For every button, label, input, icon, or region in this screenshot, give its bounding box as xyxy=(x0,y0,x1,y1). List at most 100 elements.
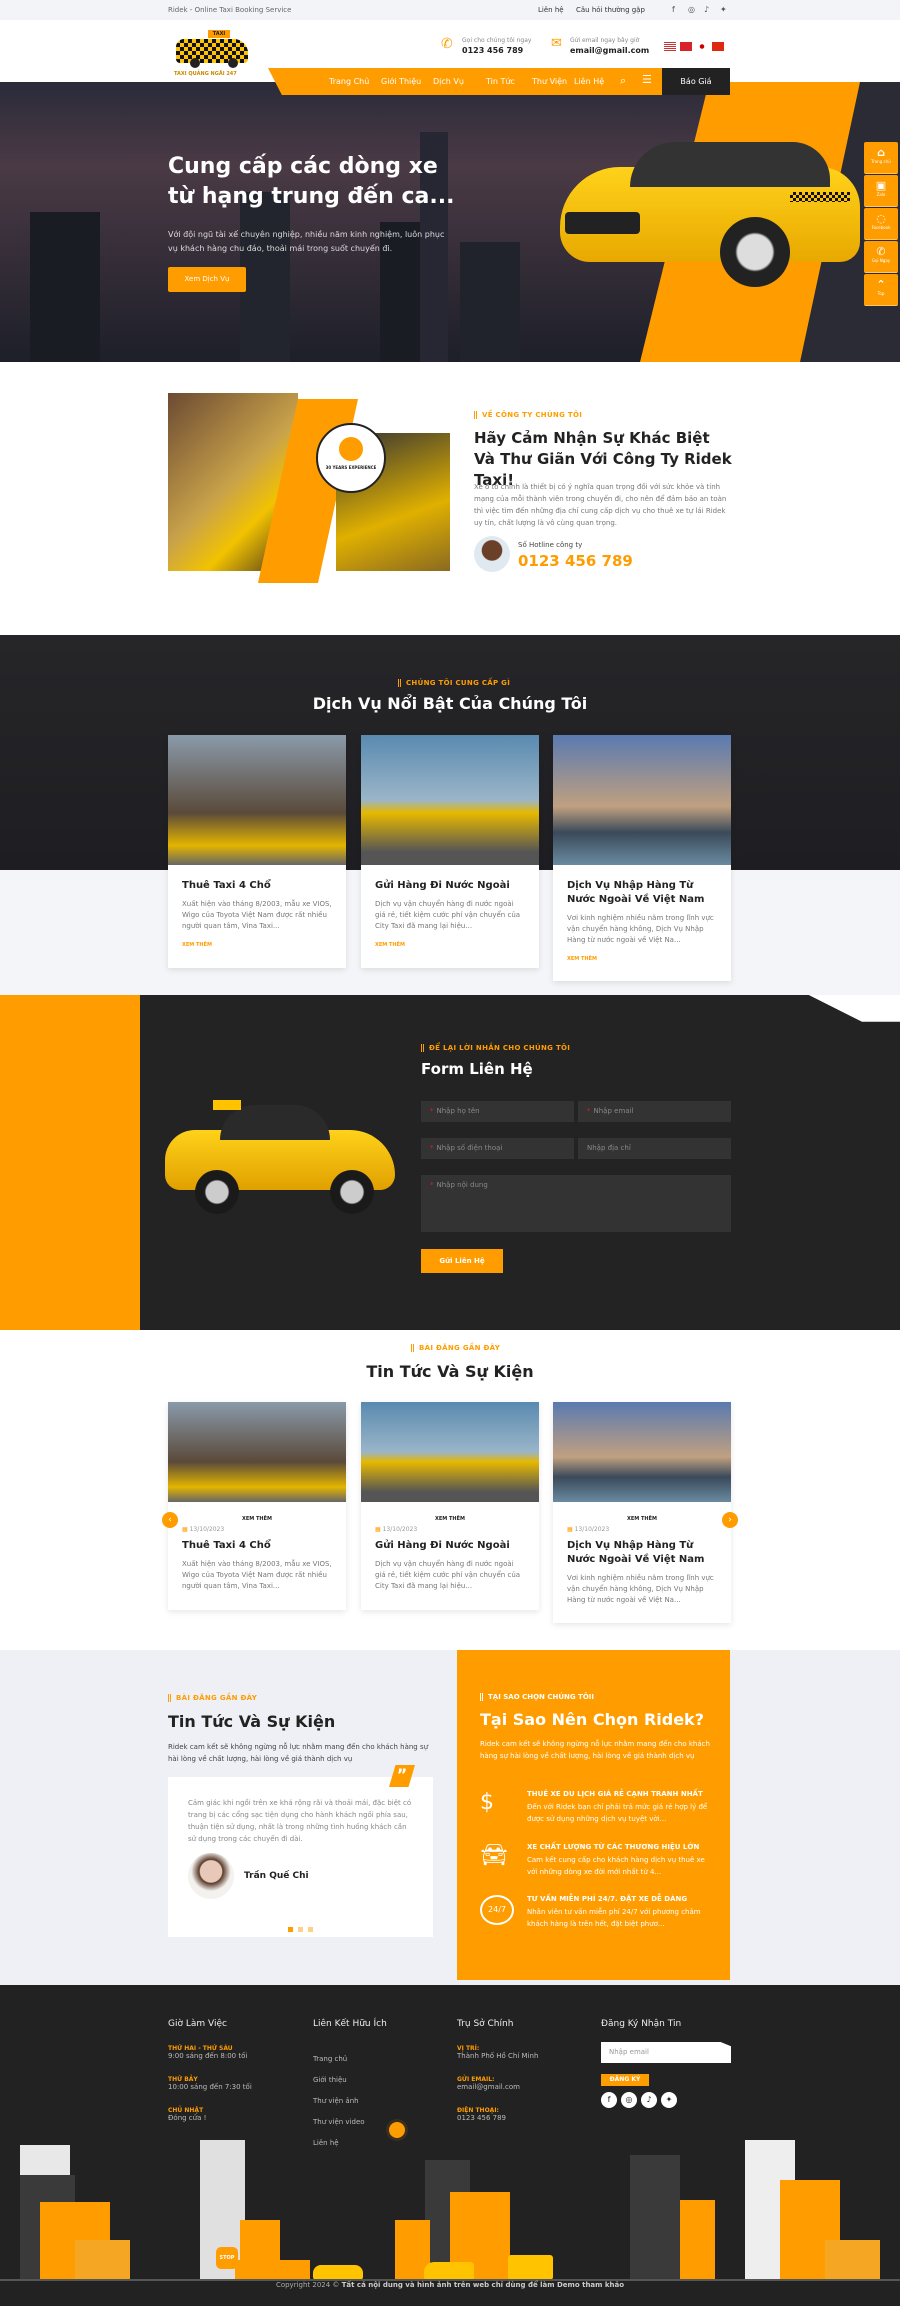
view-services-button[interactable]: Xem Dịch Vụ xyxy=(168,267,246,292)
name-input[interactable]: * Nhập họ tên xyxy=(421,1101,574,1122)
news-card[interactable]: XEM THÊM ▦ 13/10/2023 Dịch Vụ Nhập Hàng … xyxy=(553,1402,731,1623)
news-image xyxy=(361,1402,539,1502)
side-facebook-button[interactable]: ◌ Facebook xyxy=(864,208,898,240)
chevron-up-icon: ⌃ xyxy=(876,278,886,291)
footer-link-about[interactable]: Giới thiệu xyxy=(313,2070,365,2091)
search-icon[interactable]: ⌕ xyxy=(620,74,626,88)
news-title: Tin Tức Và Sự Kiện xyxy=(366,1362,534,1381)
email-icon: ✉ xyxy=(551,36,562,51)
contact-accent xyxy=(0,995,140,1330)
tagline: Ridek - Online Taxi Booking Service xyxy=(168,6,292,14)
about-description: Xe ô tô chính là thiết bị có ý nghĩa qua… xyxy=(474,483,727,527)
instagram-icon[interactable]: ◎ xyxy=(621,2092,637,2108)
flag-ja-icon[interactable] xyxy=(696,42,708,51)
truck-icon xyxy=(508,2255,553,2280)
nav-home[interactable]: Trang Chủ xyxy=(329,77,369,86)
messenger-icon: ◌ xyxy=(876,212,886,225)
phone-icon: ✆ xyxy=(876,245,886,258)
faq-link[interactable]: Câu hỏi thường gặp xyxy=(576,6,645,14)
support-24-7-icon: 24/7 xyxy=(480,1895,514,1925)
message-textarea[interactable]: * Nhập nội dung xyxy=(421,1175,731,1232)
service-card[interactable]: Dịch Vụ Nhập Hàng Từ Nước Ngoài Về Việt … xyxy=(553,735,731,981)
phone-icon: ✆ xyxy=(441,36,453,52)
car-icon: 🚘︎ xyxy=(480,1843,508,1868)
news-card[interactable]: XEM THÊM ▦ 13/10/2023 Gửi Hàng Đi Nước N… xyxy=(361,1402,539,1610)
facebook-icon[interactable]: f xyxy=(672,5,675,14)
services-tag: CHÚNG TÔI CUNG CẤP GÌ xyxy=(398,679,510,687)
footer-link-photos[interactable]: Thư viện ảnh xyxy=(313,2091,365,2112)
dot[interactable] xyxy=(298,1927,304,1932)
address-input[interactable]: Nhập địa chỉ xyxy=(578,1138,731,1159)
calendar-icon: ▦ xyxy=(182,1526,188,1533)
nav-contact[interactable]: Liên Hệ xyxy=(574,77,604,86)
why-section: TẠI SAO CHỌN CHÚNG TÔII Tại Sao Nên Chọn… xyxy=(457,1650,730,1980)
read-more-link[interactable]: XEM THÊM xyxy=(375,942,525,948)
service-card[interactable]: Thuê Taxi 4 Chổ Xuất hiện vào tháng 8/200… xyxy=(168,735,346,968)
flag-en-icon[interactable] xyxy=(664,42,676,51)
hero-taxi-image xyxy=(540,137,860,287)
nav-gallery[interactable]: Thư Viện xyxy=(532,77,567,86)
read-more-link[interactable]: XEM THÊM xyxy=(361,1516,539,1522)
carousel-prev-button[interactable]: ‹ xyxy=(162,1512,178,1528)
carousel-next-button[interactable]: › xyxy=(722,1512,738,1528)
nav-news[interactable]: Tin Tức xyxy=(486,77,515,86)
service-card[interactable]: Gửi Hàng Đi Nước Ngoài Dịch vụ vận chuyển… xyxy=(361,735,539,968)
footer-link-home[interactable]: Trang chủ xyxy=(313,2049,365,2070)
testimonial-card: Cảm giác khi ngồi trên xe khá rộng rãi v… xyxy=(168,1777,433,1937)
avatar xyxy=(474,536,510,572)
submit-button[interactable]: Gửi Liên Hệ xyxy=(421,1249,503,1273)
read-more-link[interactable]: XEM THÊM xyxy=(553,1516,731,1522)
experience-badge: 30 YEARS EXPERIENCE xyxy=(316,423,386,493)
read-more-link[interactable]: XEM THÊM xyxy=(182,942,332,948)
logo[interactable]: TAXI TAXI QUẢNG NGÃI 247 xyxy=(168,30,256,80)
flag-vi-icon[interactable] xyxy=(680,42,692,51)
flag-zh-icon[interactable] xyxy=(712,42,724,51)
contact-taxi-image xyxy=(165,1100,395,1220)
news-tag: BÀI ĐĂNG GẦN ĐÂY xyxy=(411,1344,500,1352)
header-phone[interactable]: 0123 456 789 xyxy=(462,46,523,55)
author-avatar xyxy=(188,1853,234,1899)
about-tag: VỀ CÔNG TY CHÚNG TÔI xyxy=(474,411,582,419)
side-top-button[interactable]: ⌃ Top xyxy=(864,274,898,306)
testimonial-quote: Cảm giác khi ngồi trên xe khá rộng rãi v… xyxy=(188,1799,412,1843)
slider-dots xyxy=(288,1917,314,1936)
side-home-button[interactable]: ⌂ Trang chủ xyxy=(864,142,898,174)
testimonial-section xyxy=(0,1650,900,1985)
read-more-link[interactable]: XEM THÊM xyxy=(168,1516,346,1522)
contact-tag: ĐỂ LẠI LỜI NHẮN CHO CHÚNG TÔI xyxy=(421,1044,570,1052)
side-call-button[interactable]: ✆ Gọi Ngay xyxy=(864,241,898,273)
footer-link-videos[interactable]: Thư viện video xyxy=(313,2112,365,2133)
service-image xyxy=(168,735,346,865)
why-title: Tại Sao Nên Chọn Ridek? xyxy=(480,1710,704,1729)
hero-title: Cung cấp các dòng xe từ hạng trung đến c… xyxy=(168,154,455,209)
about-hotline[interactable]: 0123 456 789 xyxy=(518,552,633,570)
news-image xyxy=(553,1402,731,1502)
twitter-icon[interactable]: ✦ xyxy=(661,2092,677,2108)
tiktok-icon[interactable]: ♪ xyxy=(704,5,709,14)
hero-banner: Cung cấp các dòng xe từ hạng trung đến c… xyxy=(0,82,900,362)
twitter-icon[interactable]: ✦ xyxy=(720,5,727,14)
phone-input[interactable]: * Nhập số điện thoại xyxy=(421,1138,574,1159)
copyright: Copyright 2024 © Tất cả nội dung và hình… xyxy=(275,2281,625,2289)
side-zalo-button[interactable]: ▣ Zalo xyxy=(864,175,898,207)
contact-link[interactable]: Liên hệ xyxy=(538,6,564,14)
header-email[interactable]: email@gmail.com xyxy=(570,46,649,55)
taxi-badge-icon xyxy=(339,437,363,461)
newsletter-email-input[interactable]: Nhập email xyxy=(601,2042,731,2063)
email-input[interactable]: * Nhập email xyxy=(578,1101,731,1122)
city-illustration: STOP xyxy=(0,2140,900,2281)
dot-active[interactable] xyxy=(288,1927,293,1932)
news-image xyxy=(168,1402,346,1502)
quote-button[interactable]: Báo Giá xyxy=(662,68,730,95)
facebook-icon[interactable]: f xyxy=(601,2092,617,2108)
news-card[interactable]: XEM THÊM ▦ 13/10/2023 Thuê Taxi 4 Chổ Xuấ… xyxy=(168,1402,346,1610)
dot[interactable] xyxy=(308,1927,314,1932)
money-hand-icon: $ xyxy=(480,1790,494,1815)
subscribe-button[interactable]: ĐĂNG KÝ xyxy=(601,2074,649,2086)
read-more-link[interactable]: XEM THÊM xyxy=(567,956,717,962)
nav-services[interactable]: Dịch Vụ xyxy=(433,77,464,86)
instagram-icon[interactable]: ◎ xyxy=(688,5,695,14)
menu-icon[interactable]: ☰ xyxy=(642,73,652,86)
nav-about[interactable]: Giới Thiệu xyxy=(381,77,421,86)
tiktok-icon[interactable]: ♪ xyxy=(641,2092,657,2108)
